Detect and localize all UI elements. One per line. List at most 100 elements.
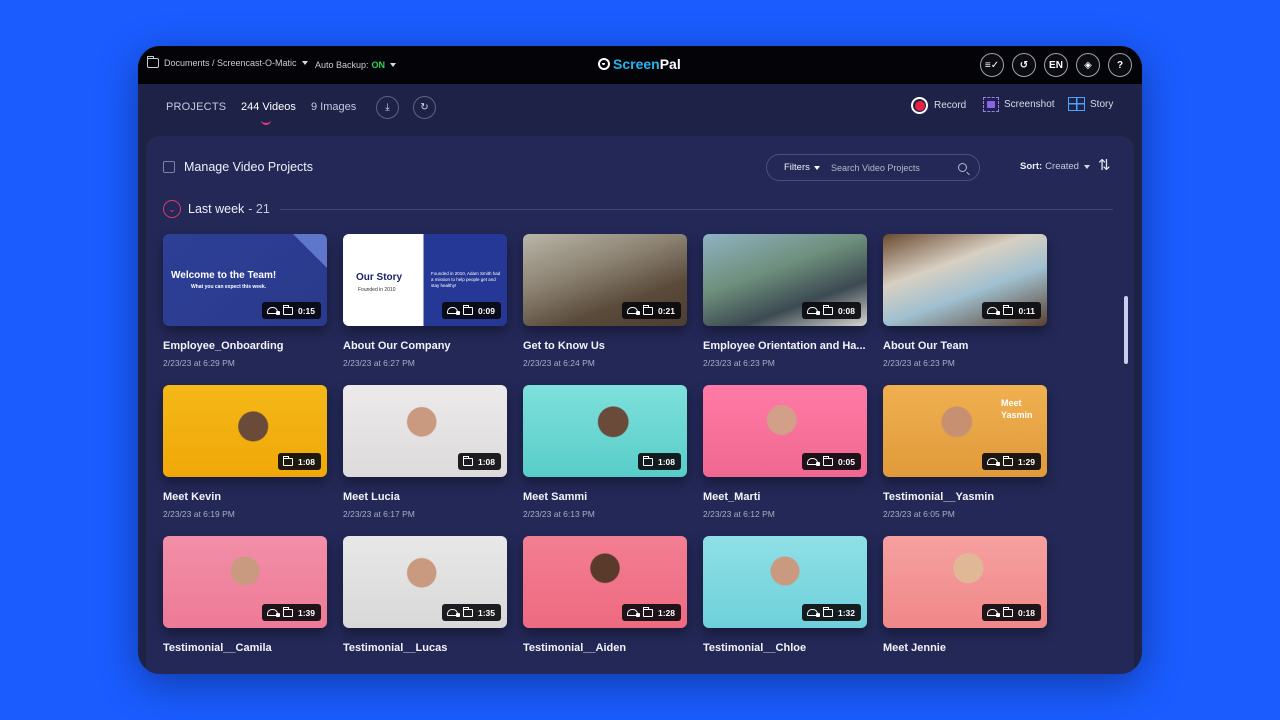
- folder-icon: [822, 304, 833, 315]
- refresh-icon[interactable]: ↻: [413, 96, 436, 119]
- scrollbar[interactable]: [1124, 296, 1128, 364]
- video-card[interactable]: Meet Yasmin 1:29 Testimonial__Yasmin 2/23/2…: [883, 385, 1047, 519]
- video-title[interactable]: Meet Sammi: [523, 491, 687, 503]
- video-title[interactable]: Get to Know Us: [523, 340, 687, 352]
- video-duration: 0:21: [657, 305, 675, 316]
- language-button[interactable]: EN: [1044, 53, 1068, 77]
- search-icon[interactable]: [958, 163, 967, 172]
- cloud-lock-icon: [986, 458, 1000, 466]
- video-duration: 0:18: [1017, 607, 1035, 618]
- video-title[interactable]: Meet Kevin: [163, 491, 327, 503]
- video-title[interactable]: Testimonial__Camila: [163, 642, 327, 654]
- video-thumbnail[interactable]: Welcome to the Team! What you can expect …: [163, 234, 327, 326]
- sort-direction-icon[interactable]: ⇅: [1098, 156, 1111, 174]
- video-title[interactable]: Meet_Marti: [703, 491, 867, 503]
- video-card[interactable]: 0:21 Get to Know Us 2/23/23 at 6:24 PM: [523, 234, 687, 368]
- manage-projects[interactable]: Manage Video Projects: [163, 160, 313, 174]
- tab-images[interactable]: 9 Images: [311, 101, 356, 113]
- active-tab-indicator: [261, 120, 271, 125]
- thumb-subheading: What you can expect this week.: [191, 284, 267, 290]
- cloud-lock-icon: [266, 609, 280, 617]
- video-thumbnail[interactable]: 0:11: [883, 234, 1047, 326]
- video-title[interactable]: Meet Jennie: [883, 642, 1047, 654]
- video-badge: 0:08: [801, 302, 861, 319]
- checklist-icon[interactable]: ≡✓: [980, 53, 1004, 77]
- auto-backup-status: ON: [371, 60, 386, 70]
- video-card[interactable]: 0:05 Meet_Marti 2/23/23 at 6:12 PM: [703, 385, 867, 519]
- video-date: 2/23/23 at 6:13 PM: [523, 509, 595, 519]
- folder-breadcrumb[interactable]: Documents / Screencast-O-Matic: [147, 56, 308, 68]
- folder-icon: [642, 304, 653, 315]
- auto-backup-toggle[interactable]: Auto Backup: ON: [315, 60, 397, 70]
- video-card[interactable]: 1:08 Meet Lucia 2/23/23 at 6:17 PM: [343, 385, 507, 519]
- folder-icon: [462, 455, 473, 466]
- logo-text-screen: Screen: [613, 56, 660, 72]
- record-button[interactable]: Record: [911, 97, 966, 114]
- search-input[interactable]: [831, 162, 958, 173]
- video-thumbnail[interactable]: 1:08: [523, 385, 687, 477]
- video-card[interactable]: 1:08 Meet Sammi 2/23/23 at 6:13 PM: [523, 385, 687, 519]
- video-thumbnail[interactable]: 0:18: [883, 536, 1047, 628]
- video-title[interactable]: Testimonial__Aiden: [523, 642, 687, 654]
- video-duration: 1:08: [477, 456, 495, 467]
- video-thumbnail[interactable]: 1:35: [343, 536, 507, 628]
- search-bar: Filters: [766, 154, 980, 181]
- video-duration: 0:09: [477, 305, 495, 316]
- video-badge: 1:35: [441, 604, 501, 621]
- video-title[interactable]: Employee Orientation and Ha...: [703, 340, 867, 352]
- video-title[interactable]: Testimonial__Chloe: [703, 642, 867, 654]
- video-thumbnail[interactable]: 1:08: [343, 385, 507, 477]
- video-thumbnail[interactable]: 1:39: [163, 536, 327, 628]
- cloud-lock-icon: [806, 307, 820, 315]
- video-thumbnail[interactable]: Meet Yasmin 1:29: [883, 385, 1047, 477]
- collapse-toggle-icon[interactable]: ⌄: [163, 200, 181, 218]
- video-thumbnail[interactable]: 0:21: [523, 234, 687, 326]
- sort-dropdown[interactable]: Sort: Created: [1020, 161, 1090, 172]
- video-title[interactable]: Testimonial__Yasmin: [883, 491, 1047, 503]
- video-card[interactable]: 1:28 Testimonial__Aiden: [523, 536, 687, 660]
- video-card[interactable]: 0:08 Employee Orientation and Ha... 2/23/2…: [703, 234, 867, 368]
- video-badge: 1:39: [261, 604, 321, 621]
- video-title[interactable]: Testimonial__Lucas: [343, 642, 507, 654]
- screenshot-button[interactable]: Screenshot: [983, 97, 1055, 112]
- import-icon[interactable]: ⤓: [376, 96, 399, 119]
- filters-dropdown[interactable]: Filters: [767, 162, 831, 173]
- tab-videos[interactable]: 244 Videos: [241, 101, 296, 113]
- video-badge: 1:08: [637, 453, 681, 470]
- video-thumbnail[interactable]: 1:32: [703, 536, 867, 628]
- video-title[interactable]: Employee_Onboarding: [163, 340, 327, 352]
- video-badge: 0:11: [982, 302, 1041, 319]
- video-thumbnail[interactable]: 0:08: [703, 234, 867, 326]
- video-thumbnail[interactable]: Our Story Founded in 2010 Founded in 2010,…: [343, 234, 507, 326]
- history-icon[interactable]: ↺: [1012, 53, 1036, 77]
- auto-backup-label: Auto Backup:: [315, 60, 369, 70]
- story-button[interactable]: Story: [1068, 97, 1113, 111]
- video-card[interactable]: 0:11 About Our Team 2/23/23 at 6:23 PM: [883, 234, 1047, 368]
- video-card[interactable]: 1:35 Testimonial__Lucas: [343, 536, 507, 660]
- folder-icon: [642, 606, 653, 617]
- screenshot-label: Screenshot: [1004, 99, 1055, 110]
- cloud-lock-icon: [446, 307, 460, 315]
- video-card[interactable]: 1:32 Testimonial__Chloe: [703, 536, 867, 660]
- video-card[interactable]: 0:18 Meet Jennie: [883, 536, 1047, 660]
- layers-icon[interactable]: ◈: [1076, 53, 1100, 77]
- tab-projects[interactable]: PROJECTS: [166, 101, 226, 113]
- cloud-lock-icon: [987, 307, 1001, 315]
- video-badge: 0:05: [801, 453, 861, 470]
- video-title[interactable]: About Our Company: [343, 340, 507, 352]
- video-thumbnail[interactable]: 0:05: [703, 385, 867, 477]
- help-icon[interactable]: ?: [1108, 53, 1132, 77]
- filters-label: Filters: [784, 162, 810, 173]
- video-date: 2/23/23 at 6:19 PM: [163, 509, 235, 519]
- video-date: 2/23/23 at 6:23 PM: [703, 358, 775, 368]
- logo-text-pal: Pal: [659, 56, 681, 72]
- video-card[interactable]: Our Story Founded in 2010 Founded in 2010,…: [343, 234, 507, 368]
- video-card[interactable]: 1:08 Meet Kevin 2/23/23 at 6:19 PM: [163, 385, 327, 519]
- video-card[interactable]: Welcome to the Team! What you can expect …: [163, 234, 327, 368]
- video-title[interactable]: About Our Team: [883, 340, 1047, 352]
- video-title[interactable]: Meet Lucia: [343, 491, 507, 503]
- video-thumbnail[interactable]: 1:08: [163, 385, 327, 477]
- manage-checkbox[interactable]: [163, 161, 175, 173]
- video-card[interactable]: 1:39 Testimonial__Camila: [163, 536, 327, 660]
- video-thumbnail[interactable]: 1:28: [523, 536, 687, 628]
